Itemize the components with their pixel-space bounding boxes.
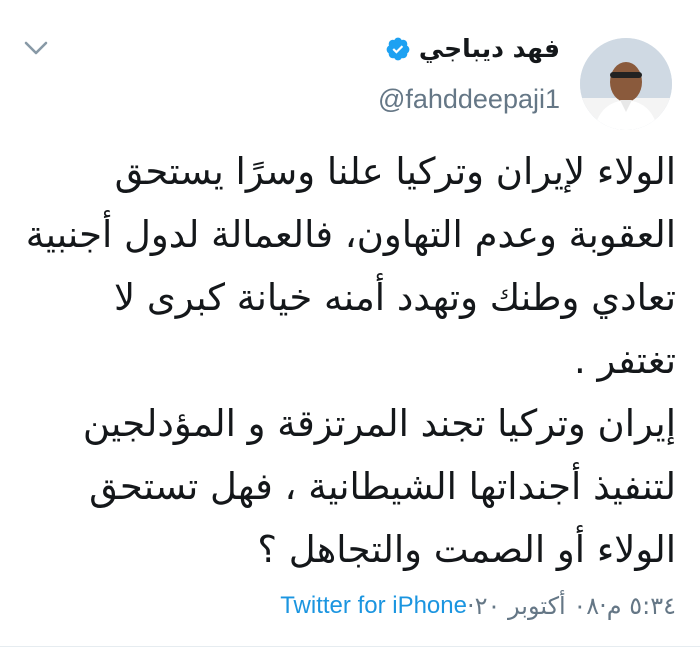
divider <box>0 646 700 647</box>
chevron-down-icon[interactable] <box>22 38 50 58</box>
avatar-image <box>580 38 672 130</box>
avatar[interactable] <box>580 38 672 130</box>
tweet-meta: ٥:٣٤ م · ٠٨ أكتوبر ٢٠ · Twitter for iPho… <box>280 592 676 620</box>
tweet-text: الولاء لإيران وتركيا علنا وسرًا يستحق ال… <box>25 150 676 571</box>
verified-badge-icon <box>385 36 411 62</box>
author-handle[interactable]: @fahddeepaji1 <box>378 84 560 115</box>
tweet-time[interactable]: ٥:٣٤ م <box>607 592 676 620</box>
tweet-source-link[interactable]: Twitter for iPhone <box>280 592 467 620</box>
meta-separator: · <box>599 592 607 620</box>
meta-separator: · <box>466 592 475 620</box>
author-name[interactable]: فهد ديباجي <box>419 34 560 63</box>
tweet-date[interactable]: ٠٨ أكتوبر ٢٠ <box>475 592 599 620</box>
author-name-row: فهد ديباجي <box>385 34 560 63</box>
